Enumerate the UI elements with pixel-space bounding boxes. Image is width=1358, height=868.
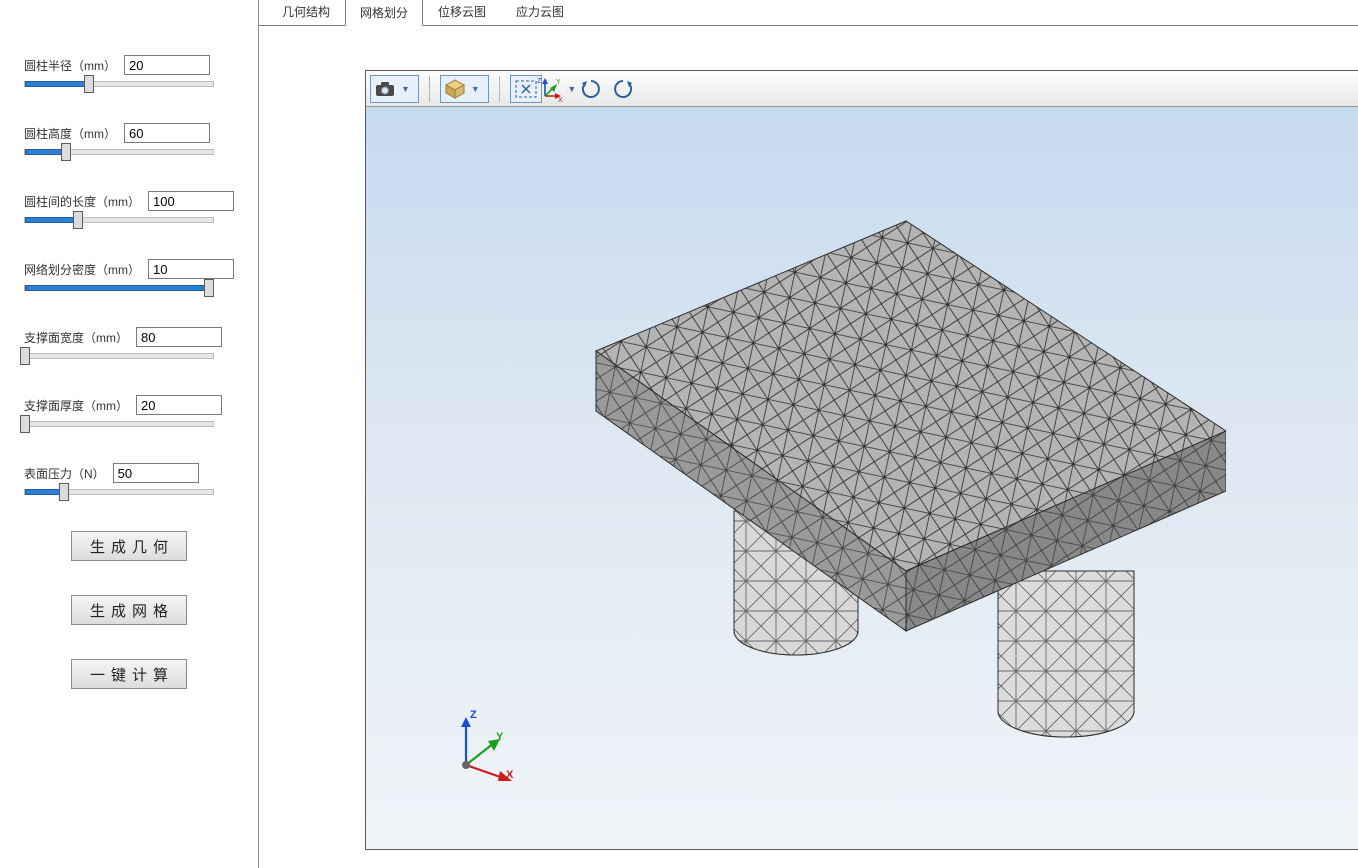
- rotate-ccw-button[interactable]: [608, 75, 638, 103]
- meshed-model: [506, 131, 1226, 751]
- param-support-thickness: 支撑面厚度（mm）: [24, 395, 234, 427]
- support-thickness-input[interactable]: [136, 395, 222, 415]
- mesh-density-input[interactable]: [148, 259, 234, 279]
- screenshot-button[interactable]: ▼: [370, 75, 419, 103]
- surface-pressure-input[interactable]: [113, 463, 199, 483]
- chevron-down-icon: ▼: [397, 84, 414, 94]
- param-label: 圆柱半径（mm）: [24, 57, 116, 74]
- support-width-input[interactable]: [136, 327, 222, 347]
- param-mesh-density: 网络划分密度（mm）: [24, 259, 234, 291]
- fit-view-icon: [515, 80, 537, 98]
- chevron-down-icon: ▼: [467, 84, 484, 94]
- axis-gizmo: Z Y X: [448, 713, 518, 783]
- axis-z-label: Z: [470, 709, 477, 721]
- tab-mesh[interactable]: 网格划分: [345, 0, 423, 26]
- svg-text:Y: Y: [556, 79, 561, 86]
- param-surface-pressure: 表面压力（N）: [24, 463, 234, 495]
- main-area: 几何结构 网格划分 位移云图 应力云图: [259, 0, 1358, 868]
- axis-x-label: X: [506, 769, 513, 781]
- tab-geometry[interactable]: 几何结构: [267, 0, 345, 25]
- tab-stress[interactable]: 应力云图: [501, 0, 579, 25]
- support-width-slider[interactable]: [24, 353, 214, 359]
- param-label: 网络划分密度（mm）: [24, 261, 140, 278]
- param-label: 圆柱间的长度（mm）: [24, 193, 140, 210]
- viewport[interactable]: ▼ ▼: [365, 70, 1358, 850]
- viewport-toolbar: ▼ ▼: [366, 71, 1358, 107]
- surface-pressure-slider[interactable]: [24, 489, 214, 495]
- cylinder-radius-input[interactable]: [124, 55, 210, 75]
- param-label: 支撑面宽度（mm）: [24, 329, 128, 346]
- generate-geometry-button[interactable]: 生成几何: [71, 531, 187, 561]
- cylinder-span-slider[interactable]: [24, 217, 214, 223]
- rotate-ccw-icon: [611, 77, 635, 101]
- rotate-cw-icon: [579, 77, 603, 101]
- support-thickness-slider[interactable]: [24, 421, 214, 427]
- rotate-cw-button[interactable]: [576, 75, 606, 103]
- camera-icon: [375, 81, 395, 97]
- param-cylinder-height: 圆柱高度（mm）: [24, 123, 234, 155]
- tab-bar: 几何结构 网格划分 位移云图 应力云图: [259, 0, 1358, 25]
- cylinder-height-slider[interactable]: [24, 149, 214, 155]
- param-cylinder-radius: 圆柱半径（mm）: [24, 55, 234, 87]
- compute-button[interactable]: 一键计算: [71, 659, 187, 689]
- generate-mesh-button[interactable]: 生成网格: [71, 595, 187, 625]
- param-label: 表面压力（N）: [24, 465, 105, 482]
- axes-triad-button[interactable]: Z Y X ▼: [544, 75, 574, 103]
- param-cylinder-span: 圆柱间的长度（mm）: [24, 191, 234, 223]
- sidebar: 圆柱半径（mm） 圆柱高度（mm） 圆柱间的长度（mm）: [0, 0, 259, 868]
- cube-view-icon: [445, 79, 465, 99]
- view-cube-button[interactable]: ▼: [440, 75, 489, 103]
- axis-y-label: Y: [496, 731, 503, 743]
- svg-text:X: X: [558, 97, 563, 102]
- mesh-density-slider[interactable]: [24, 285, 214, 291]
- axes-triad-icon: Z Y X: [537, 76, 563, 102]
- cylinder-radius-slider[interactable]: [24, 81, 214, 87]
- param-support-width: 支撑面宽度（mm）: [24, 327, 234, 359]
- param-label: 圆柱高度（mm）: [24, 125, 116, 142]
- cylinder-height-input[interactable]: [124, 123, 210, 143]
- tab-displacement[interactable]: 位移云图: [423, 0, 501, 25]
- param-label: 支撑面厚度（mm）: [24, 397, 128, 414]
- cylinder-span-input[interactable]: [148, 191, 234, 211]
- svg-text:Z: Z: [537, 78, 542, 85]
